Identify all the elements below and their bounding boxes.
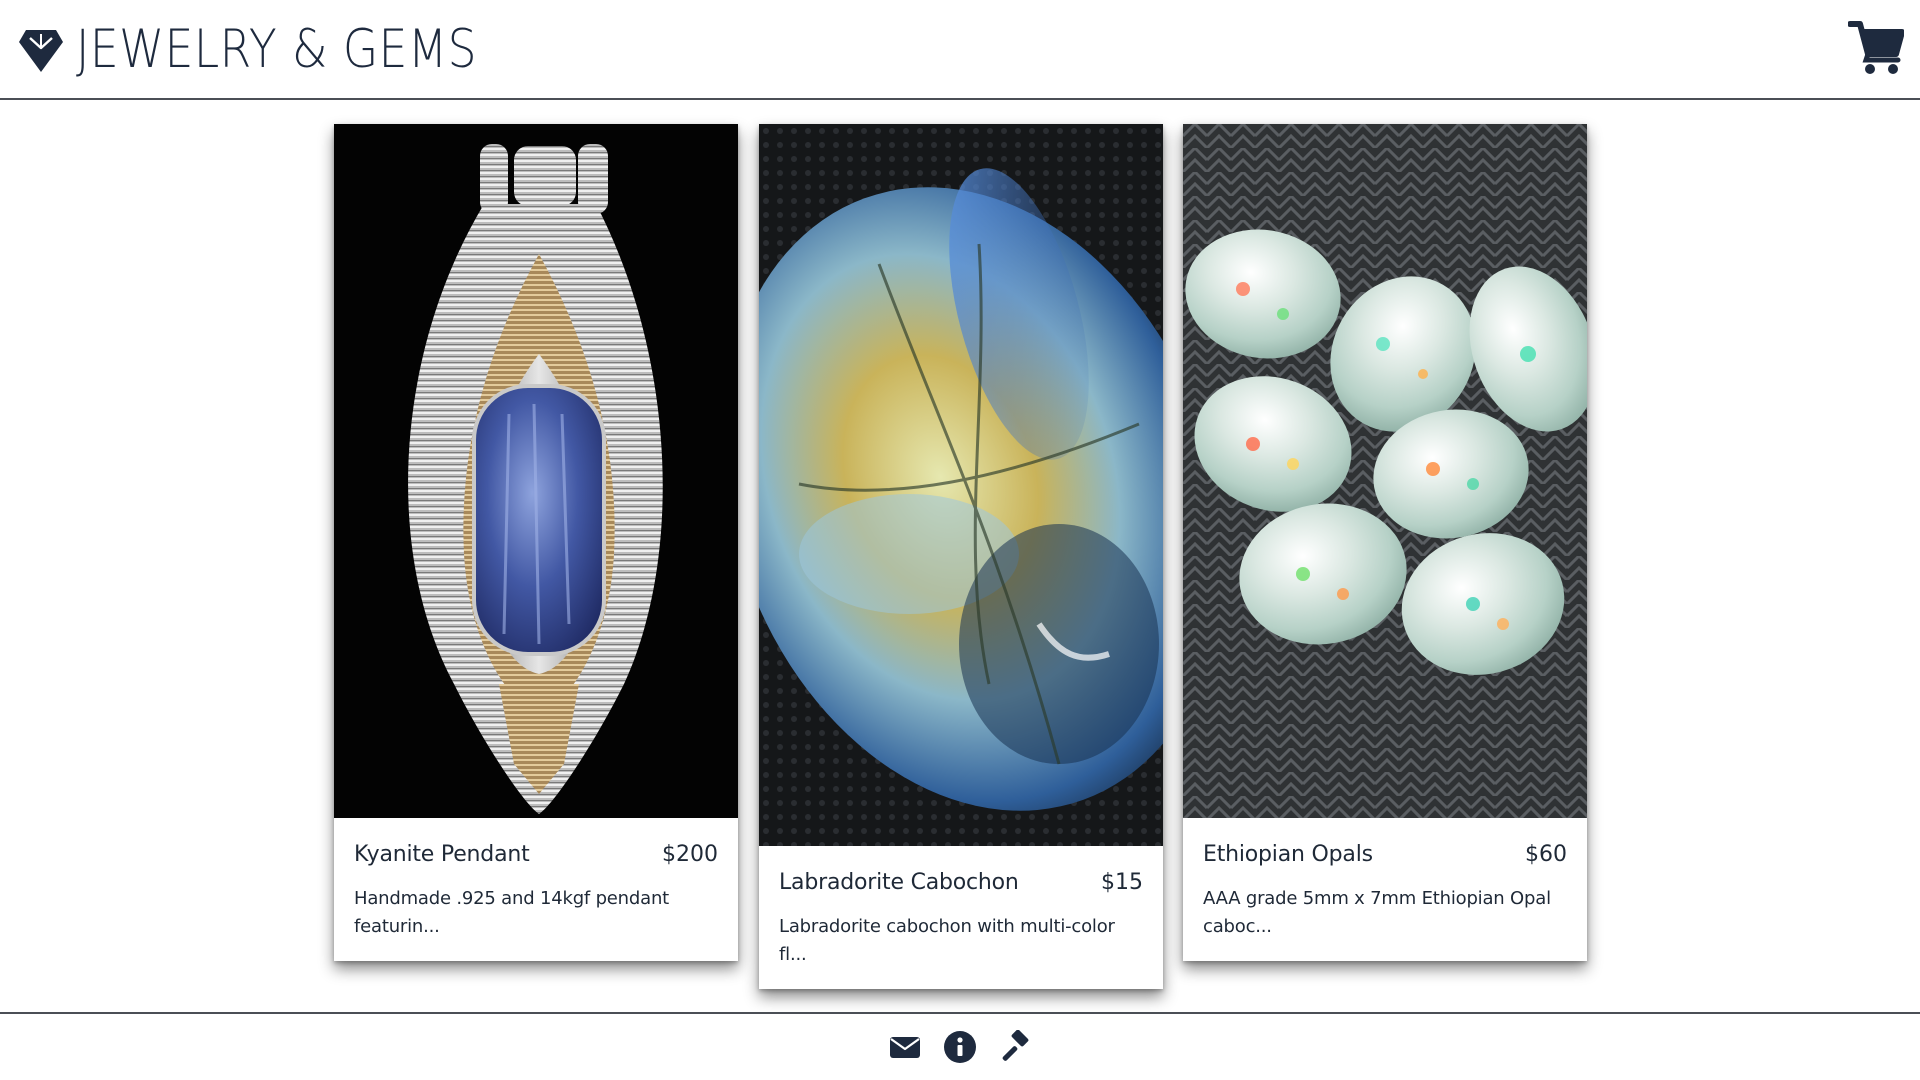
- brand-title: JEWELRY & GEMS: [76, 19, 478, 80]
- product-description: AAA grade 5mm x 7mm Ethiopian Opal caboc…: [1203, 888, 1551, 937]
- envelope-icon: [890, 1037, 920, 1058]
- product-name: Ethiopian Opals: [1203, 842, 1373, 867]
- ethiopian-opals-photo: [1183, 124, 1587, 818]
- product-card-ethiopian-opals[interactable]: Ethiopian Opals $60 AAA grade 5mm x 7mm …: [1183, 124, 1587, 961]
- product-card-labradorite-cabochon[interactable]: Labradorite Cabochon $15 Labradorite cab…: [759, 124, 1163, 989]
- shopping-cart-icon: [1848, 21, 1904, 74]
- product-grid: Kyanite Pendant $200 Handmade .925 and 1…: [0, 100, 1920, 1012]
- cart-button[interactable]: [1848, 18, 1904, 76]
- gavel-icon: [1002, 1030, 1029, 1061]
- auction-link[interactable]: [998, 1030, 1032, 1064]
- product-image[interactable]: [1183, 124, 1587, 818]
- product-image[interactable]: [334, 124, 738, 818]
- site-header: JEWELRY & GEMS: [0, 0, 1920, 100]
- diamond-icon: [19, 30, 63, 72]
- about-link[interactable]: [943, 1030, 977, 1064]
- product-card-kyanite-pendant[interactable]: Kyanite Pendant $200 Handmade .925 and 1…: [334, 124, 738, 961]
- footer-icon-bar: [888, 1030, 1032, 1064]
- contact-link[interactable]: [888, 1030, 922, 1064]
- kyanite-pendant-photo: [334, 124, 738, 818]
- site-footer: [0, 1012, 1920, 1080]
- labradorite-cabochon-photo: [759, 124, 1163, 846]
- product-name: Kyanite Pendant: [354, 842, 530, 867]
- product-price: $200: [662, 842, 718, 867]
- product-name: Labradorite Cabochon: [779, 870, 1019, 895]
- product-description: Handmade .925 and 14kgf pendant featurin…: [354, 888, 670, 937]
- info-icon: [944, 1031, 976, 1063]
- product-price: $60: [1525, 842, 1567, 867]
- product-description: Labradorite cabochon with multi-color fl…: [779, 916, 1115, 965]
- product-image[interactable]: [759, 124, 1163, 846]
- product-price: $15: [1101, 870, 1143, 895]
- brand[interactable]: JEWELRY & GEMS: [18, 22, 542, 78]
